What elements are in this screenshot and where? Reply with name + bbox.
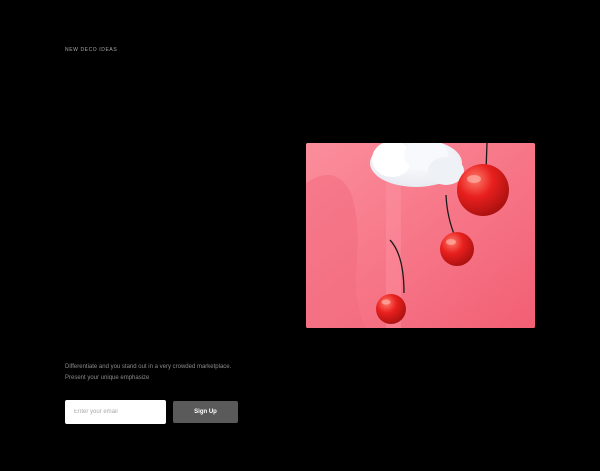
hero-image <box>306 143 535 328</box>
cherry-medium <box>440 232 474 266</box>
description-text: Differentiate and you stand out in a ver… <box>65 364 232 381</box>
page: NEW DECO IDEAS Differentiate and you sta… <box>0 0 600 471</box>
cherries-illustration <box>306 143 535 328</box>
email-input[interactable] <box>65 400 166 424</box>
cherry-small <box>376 294 406 324</box>
eyebrow-label: NEW DECO IDEAS <box>65 47 118 53</box>
sign-up-button[interactable]: Sign Up <box>173 401 238 423</box>
cherry-large <box>457 164 509 216</box>
